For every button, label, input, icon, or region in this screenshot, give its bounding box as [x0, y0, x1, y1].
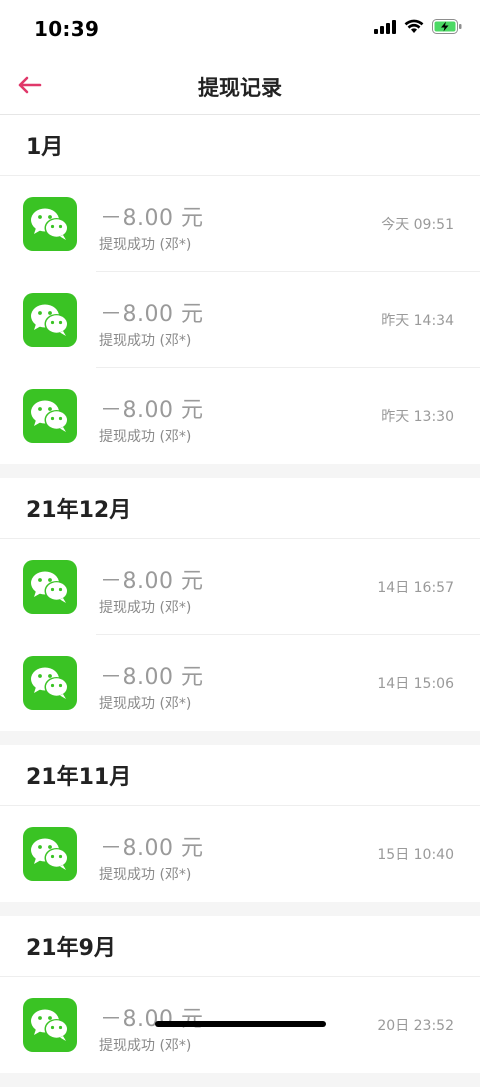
wechat-logo-tile — [23, 197, 77, 251]
wechat-logo-tile — [23, 293, 77, 347]
month-section: 1月 －8.00 元提现成功 (邓*) 今天 09:51 －8.00 元提现成功 (邓… — [0, 115, 480, 464]
record-amount: －8.00 元 — [100, 206, 204, 231]
record-status: 提现成功 (邓*) — [99, 429, 192, 445]
month-header: 21年9月 — [0, 916, 480, 977]
withdrawal-record[interactable]: －8.00 元提现成功 (邓*) 今天 09:51 — [0, 176, 480, 272]
wechat-logo-tile — [23, 389, 77, 443]
record-status: 提现成功 (邓*) — [99, 867, 192, 883]
record-amount: －8.00 元 — [100, 665, 204, 690]
nav-bar: 提现记录 — [0, 58, 480, 115]
wechat-logo-tile — [23, 560, 77, 614]
record-time: 20日 23:52 — [377, 1018, 454, 1034]
wechat-icon — [31, 1009, 69, 1041]
wechat-icon — [31, 208, 69, 240]
withdrawal-record-list: 1月 －8.00 元提现成功 (邓*) 今天 09:51 －8.00 元提现成功 (邓… — [0, 115, 480, 1087]
status-bar: 10:39 — [0, 0, 480, 58]
month-header: 21年11月 — [0, 745, 480, 806]
wechat-logo-tile — [23, 656, 77, 710]
record-time: 14日 16:57 — [377, 580, 454, 596]
wechat-icon — [31, 838, 69, 870]
withdrawal-record[interactable]: －8.00 元提现成功 (邓*) 15日 10:40 — [0, 806, 480, 902]
wifi-icon — [404, 19, 424, 38]
record-amount: －8.00 元 — [100, 302, 204, 327]
record-time: 昨天 14:34 — [381, 313, 454, 329]
battery-charging-icon — [432, 19, 462, 38]
record-time: 今天 09:51 — [381, 217, 454, 233]
signal-icon — [374, 19, 396, 38]
month-header: 21年12月 — [0, 478, 480, 539]
status-time: 10:39 — [34, 17, 100, 41]
record-amount: －8.00 元 — [100, 1007, 204, 1032]
record-amount: －8.00 元 — [100, 398, 204, 423]
wechat-logo-tile — [23, 998, 77, 1052]
record-time: 昨天 13:30 — [381, 409, 454, 425]
record-status: 提现成功 (邓*) — [99, 1038, 192, 1054]
record-status: 提现成功 (邓*) — [99, 600, 192, 616]
wechat-icon — [31, 304, 69, 336]
month-section: 21年12月 －8.00 元提现成功 (邓*) 14日 16:57 －8.00 元提现… — [0, 478, 480, 731]
wechat-icon — [31, 400, 69, 432]
withdrawal-record[interactable]: －8.00 元提现成功 (邓*) 14日 15:06 — [0, 635, 480, 731]
status-icons — [374, 19, 462, 38]
month-section: 21年11月 －8.00 元提现成功 (邓*) 15日 10:40 — [0, 745, 480, 902]
month-header: 1月 — [0, 115, 480, 176]
record-status: 提现成功 (邓*) — [99, 237, 192, 253]
record-amount: －8.00 元 — [100, 569, 204, 594]
month-section: 21年9月 －8.00 元提现成功 (邓*) 20日 23:52 — [0, 916, 480, 1073]
record-time: 15日 10:40 — [377, 847, 454, 863]
page-title: 提现记录 — [198, 76, 282, 100]
wechat-icon — [31, 571, 69, 603]
withdrawal-record[interactable]: －8.00 元提现成功 (邓*) 14日 16:57 — [0, 539, 480, 635]
wechat-logo-tile — [23, 827, 77, 881]
record-time: 14日 15:06 — [377, 676, 454, 692]
wechat-icon — [31, 667, 69, 699]
record-amount: －8.00 元 — [100, 836, 204, 861]
record-status: 提现成功 (邓*) — [99, 696, 192, 712]
home-indicator — [155, 1021, 326, 1027]
record-status: 提现成功 (邓*) — [99, 333, 192, 349]
withdrawal-record[interactable]: －8.00 元提现成功 (邓*) 昨天 13:30 — [0, 368, 480, 464]
withdrawal-record[interactable]: －8.00 元提现成功 (邓*) 昨天 14:34 — [0, 272, 480, 368]
